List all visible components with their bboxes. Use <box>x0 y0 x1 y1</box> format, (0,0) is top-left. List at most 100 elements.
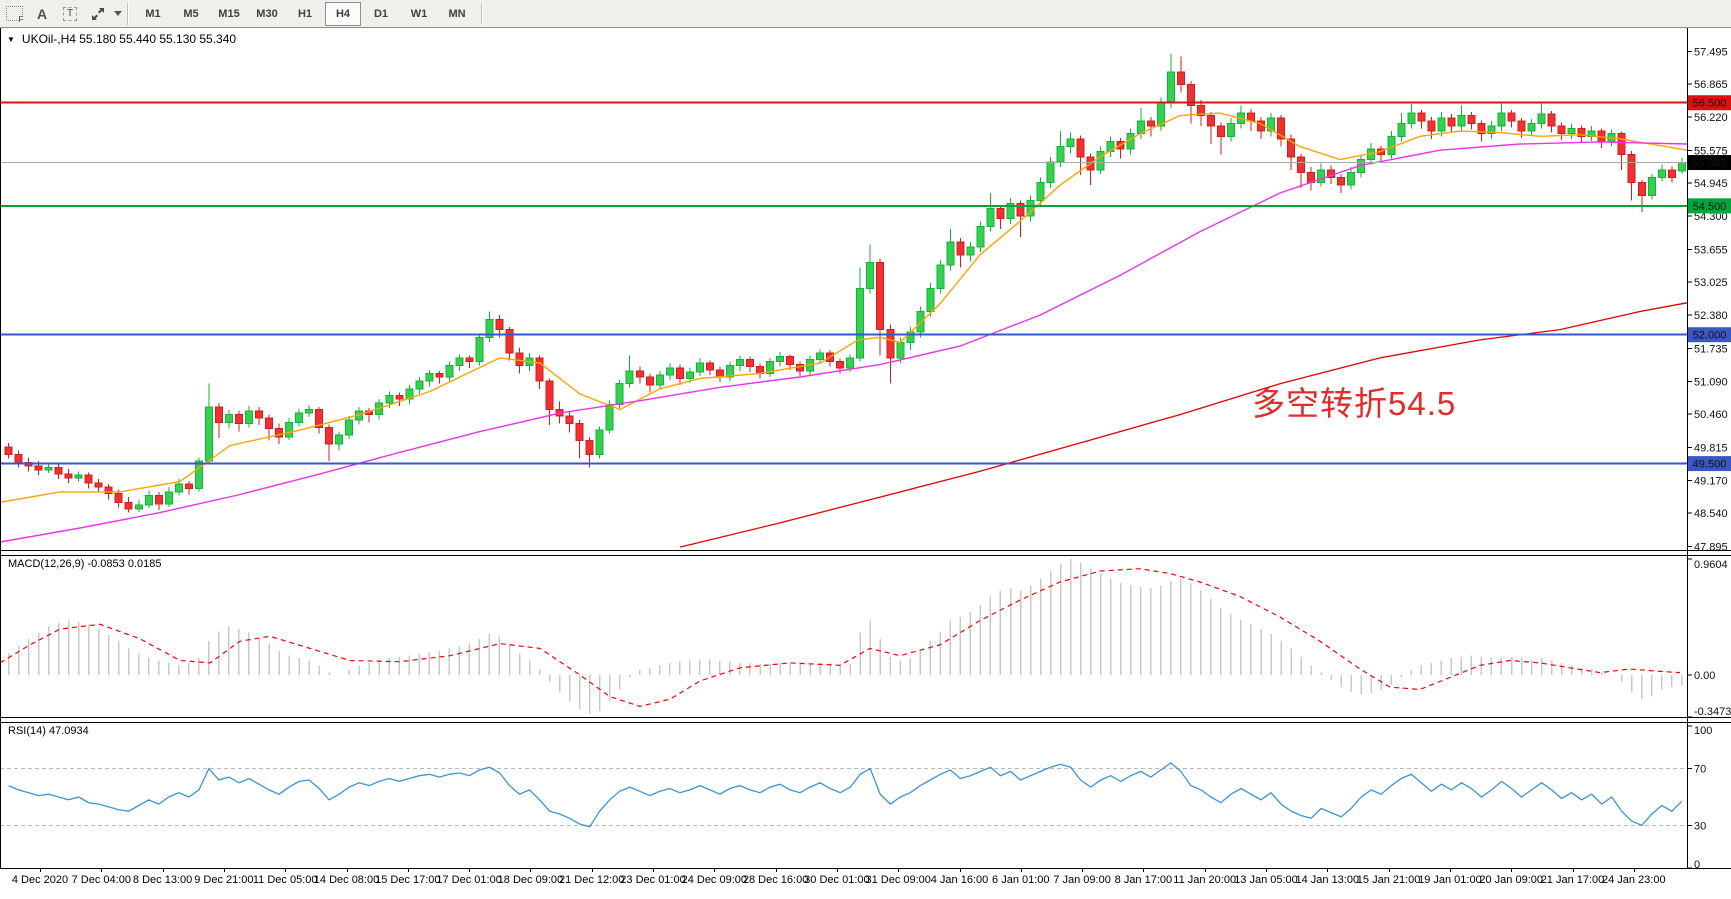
candle-up <box>777 356 784 361</box>
macd-canvas[interactable]: 0.96040.00-0.3473 <box>0 556 1731 717</box>
time-axis-label: 30 Dec 01:00 <box>804 874 869 886</box>
candle-down <box>1628 154 1635 182</box>
candle-down <box>266 418 273 428</box>
time-axis-label: 23 Dec 01:00 <box>620 874 685 886</box>
candle-up <box>165 492 172 504</box>
candle-up <box>75 475 82 478</box>
level-badge-label: 56.500 <box>1693 98 1727 110</box>
candle-up <box>1067 139 1074 147</box>
rsi-canvas[interactable]: 10070300 <box>0 722 1731 868</box>
candle-down <box>1448 118 1455 126</box>
macd-axis-label: 0.00 <box>1694 670 1715 682</box>
timeframe-button-w1[interactable]: W1 <box>401 2 437 26</box>
candle-up <box>1057 147 1064 162</box>
candle-down <box>326 428 333 444</box>
candle-down <box>787 356 794 364</box>
candle-down <box>576 423 583 440</box>
time-tick-mark <box>1573 869 1574 872</box>
dropdown-caret-icon[interactable] <box>114 11 122 16</box>
time-tick-mark <box>714 869 715 872</box>
candle-down <box>957 242 964 255</box>
price-axis-label: 53.655 <box>1694 244 1728 256</box>
collapse-triangle-icon[interactable]: ▼ <box>7 35 15 44</box>
chart-grid-f-icon[interactable]: F <box>1 3 27 25</box>
candle-down <box>65 474 72 478</box>
time-axis-label: 7 Jan 09:00 <box>1053 874 1111 886</box>
time-axis-label: 4 Dec 2020 <box>12 874 68 886</box>
time-tick-mark <box>1021 869 1022 872</box>
candle-up <box>1408 113 1415 123</box>
time-tick-mark <box>1511 869 1512 872</box>
candle-up <box>626 371 633 384</box>
candle-up <box>817 353 824 360</box>
candle-down <box>516 353 523 366</box>
candle-down <box>1077 139 1084 157</box>
timeframe-button-d1[interactable]: D1 <box>363 2 399 26</box>
ma-fast-line <box>0 113 1687 502</box>
candle-up <box>1127 134 1134 149</box>
candle-up <box>1388 136 1395 154</box>
time-axis-label: 21 Dec 12:00 <box>559 874 624 886</box>
candle-up <box>1438 118 1445 131</box>
timeframe-button-h4[interactable]: H4 <box>325 2 361 26</box>
timeframe-button-h1[interactable]: H1 <box>287 2 323 26</box>
text-label-icon[interactable]: T <box>57 3 83 25</box>
candle-up <box>286 422 293 436</box>
candle-up <box>1047 162 1054 183</box>
time-axis-label: 11 Dec 05:00 <box>253 874 318 886</box>
level-badge-label: 49.500 <box>1693 459 1727 471</box>
time-tick-mark <box>1266 869 1267 872</box>
candle-down <box>1217 126 1224 136</box>
candle-down <box>1508 113 1515 121</box>
time-tick-mark <box>40 869 41 872</box>
time-tick-mark <box>837 869 838 872</box>
candle-up <box>596 430 603 454</box>
cursor-arrows-icon[interactable] <box>85 3 111 25</box>
candle-up <box>135 505 142 509</box>
time-axis-label: 14 Dec 08:00 <box>314 874 379 886</box>
candle-down <box>155 496 162 504</box>
candle-up <box>296 413 303 422</box>
time-axis-label: 28 Dec 16:00 <box>743 874 808 886</box>
candle-up <box>907 332 914 342</box>
price-axis-label: 57.495 <box>1694 46 1728 58</box>
candle-up <box>937 265 944 288</box>
time-axis[interactable]: 4 Dec 20207 Dec 04:008 Dec 13:009 Dec 21… <box>0 869 1731 890</box>
macd-axis-label: -0.3473 <box>1694 706 1731 717</box>
timeframe-button-mn[interactable]: MN <box>439 2 475 26</box>
candle-up <box>1528 123 1535 131</box>
price-axis-label: 51.735 <box>1694 343 1728 355</box>
candle-up <box>175 484 182 492</box>
panel-divider[interactable] <box>0 717 1731 718</box>
timeframe-button-m15[interactable]: M15 <box>211 2 247 26</box>
price-axis-label: 51.090 <box>1694 377 1728 389</box>
toolbar: F A T M1M5M15M30H1H4D1W1MN <box>0 0 1731 28</box>
candle-down <box>496 319 503 329</box>
chart-text-annotation[interactable]: 多空转折54.5 <box>1252 377 1456 425</box>
main-chart-canvas[interactable]: 57.49556.86556.22055.57554.94554.30053.6… <box>0 28 1731 551</box>
time-axis-label: 19 Jan 01:00 <box>1418 874 1482 886</box>
candle-up <box>736 359 743 365</box>
panel-divider[interactable] <box>0 550 1731 551</box>
timeframe-button-m5[interactable]: M5 <box>173 2 209 26</box>
candle-down <box>877 263 884 330</box>
timeframe-button-m1[interactable]: M1 <box>135 2 171 26</box>
candle-up <box>1648 177 1655 195</box>
time-tick-mark <box>1389 869 1390 872</box>
candle-down <box>215 407 222 422</box>
time-tick-mark <box>960 869 961 872</box>
candle-up <box>346 420 353 435</box>
candle-up <box>1227 123 1234 136</box>
text-a-icon[interactable]: A <box>29 3 55 25</box>
candle-up <box>225 415 232 423</box>
candle-up <box>446 366 453 377</box>
candle-down <box>1428 121 1435 131</box>
timeframe-button-m30[interactable]: M30 <box>249 2 285 26</box>
diagonal-arrows-glyph <box>91 7 105 21</box>
candle-down <box>837 362 844 369</box>
candle-down <box>1338 177 1345 185</box>
level-badge-label: 54.500 <box>1693 201 1727 213</box>
candle-up <box>1658 170 1665 178</box>
candle-down <box>125 502 132 509</box>
time-tick-mark <box>1143 869 1144 872</box>
